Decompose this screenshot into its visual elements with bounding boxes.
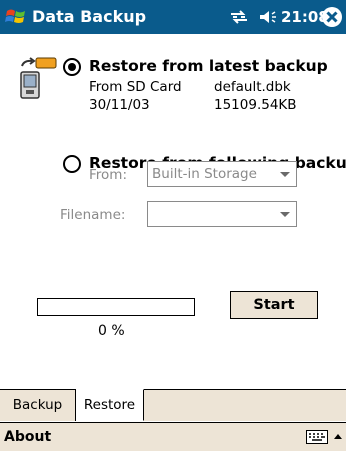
close-icon[interactable] <box>321 6 343 28</box>
about-menu[interactable]: About <box>4 428 51 446</box>
from-select-value: Built-in Storage <box>152 166 257 182</box>
windows-flag-icon[interactable] <box>5 6 27 28</box>
tab-restore[interactable]: Restore <box>76 389 144 421</box>
menu-bar: About <box>0 422 346 451</box>
backup-device-icon <box>20 57 57 99</box>
from-select[interactable]: Built-in Storage <box>147 161 297 187</box>
title-bar: Data Backup 21:08 <box>0 0 346 34</box>
restore-following-radio[interactable] <box>63 155 81 173</box>
from-label: From: <box>89 167 127 183</box>
filename-select[interactable] <box>147 201 297 227</box>
chevron-down-icon[interactable] <box>280 172 290 177</box>
backup-date: 30/11/03 <box>89 97 150 113</box>
backup-source: From SD Card <box>89 79 182 95</box>
speaker-icon[interactable] <box>258 8 278 26</box>
tab-backup[interactable]: Backup <box>0 389 76 421</box>
chevron-down-icon[interactable] <box>280 212 290 217</box>
filename-label: Filename: <box>60 207 126 223</box>
restore-latest-label[interactable]: Restore from latest backup <box>89 56 328 76</box>
connectivity-icon[interactable] <box>228 8 250 26</box>
restore-latest-radio[interactable] <box>63 58 81 76</box>
progress-percent: 0 % <box>98 323 125 339</box>
keyboard-icon[interactable] <box>306 430 328 444</box>
start-button[interactable]: Start <box>230 291 318 319</box>
backup-filename: default.dbk <box>214 79 291 95</box>
progress-bar <box>37 298 195 316</box>
chevron-up-icon[interactable] <box>332 429 344 445</box>
backup-size: 15109.54KB <box>214 97 297 113</box>
window-title: Data Backup <box>32 7 147 26</box>
tab-bar: Backup Restore <box>0 389 346 421</box>
